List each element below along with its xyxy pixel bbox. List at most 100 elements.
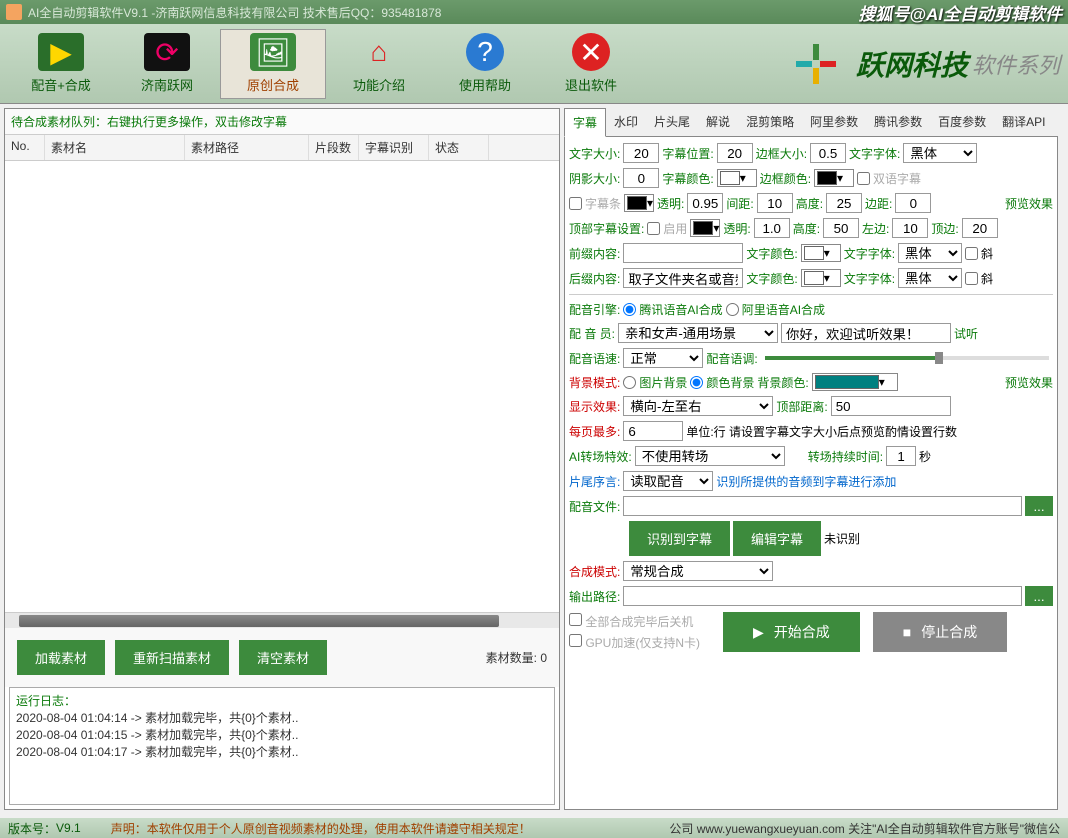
suffix-input[interactable] bbox=[623, 268, 743, 288]
bar-height-input[interactable] bbox=[826, 193, 862, 213]
brand-logo-icon bbox=[776, 34, 856, 94]
col-path[interactable]: 素材路径 bbox=[185, 135, 309, 160]
trans-duration-input[interactable] bbox=[886, 446, 916, 466]
main-toolbar: ▶配音+合成 ⟳济南跃网 🖼原创合成 ⌂功能介绍 ?使用帮助 ✕退出软件 跃网科… bbox=[0, 24, 1068, 104]
brand-sub-text: 软件系列 bbox=[972, 48, 1060, 80]
stop-compose-button[interactable]: ■停止合成 bbox=[873, 612, 1007, 652]
queue-hint: 待合成素材队列：右键执行更多操作，双击修改字幕 bbox=[5, 109, 559, 135]
title-right: 搜狐号@AI全自动剪辑软件 bbox=[858, 0, 1062, 25]
tone-slider[interactable] bbox=[765, 356, 1049, 360]
bar-color-button[interactable]: ▾ bbox=[624, 194, 654, 212]
status-bar: 版本号：V9.1 声明：本软件仅用于个人原创音视频素材的处理，使用本软件请遵守相… bbox=[0, 818, 1068, 838]
tab-narration[interactable]: 解说 bbox=[698, 108, 738, 136]
version-text: V9.1 bbox=[56, 821, 81, 835]
subtitle-color-button[interactable]: ▾ bbox=[717, 169, 757, 187]
log-line: 2020-08-04 01:04:14 -> 素材加载完毕，共{0}个素材.. bbox=[16, 709, 548, 726]
tab-headtail[interactable]: 片头尾 bbox=[646, 108, 698, 136]
voice-select[interactable]: 亲和女声-通用场景 bbox=[618, 323, 778, 343]
voice-sample-input[interactable] bbox=[781, 323, 951, 343]
browse-output-button[interactable]: ... bbox=[1025, 586, 1053, 606]
bilingual-checkbox[interactable] bbox=[857, 172, 870, 185]
tab-watermark[interactable]: 水印 bbox=[606, 108, 646, 136]
horizontal-scrollbar[interactable] bbox=[5, 612, 559, 628]
bar-alpha-input[interactable] bbox=[687, 193, 723, 213]
voice-file-input[interactable] bbox=[623, 496, 1022, 516]
stop-icon: ■ bbox=[903, 624, 911, 640]
tab-translate[interactable]: 翻译API bbox=[994, 108, 1053, 136]
subtitle-pos-input[interactable] bbox=[717, 143, 753, 163]
app-icon bbox=[6, 4, 22, 20]
border-color-button[interactable]: ▾ bbox=[814, 169, 854, 187]
transition-select[interactable]: 不使用转场 bbox=[635, 446, 785, 466]
engine-ali-radio[interactable] bbox=[726, 303, 739, 316]
top-dist-input[interactable] bbox=[831, 396, 951, 416]
output-path-input[interactable] bbox=[623, 586, 1022, 606]
clear-material-button[interactable]: 清空素材 bbox=[239, 640, 327, 675]
gpu-checkbox[interactable] bbox=[569, 634, 582, 647]
tab-ali[interactable]: 阿里参数 bbox=[802, 108, 866, 136]
preview-link[interactable]: 预览效果 bbox=[1005, 195, 1053, 212]
top-enable-checkbox[interactable] bbox=[647, 222, 660, 235]
font-size-input[interactable] bbox=[623, 143, 659, 163]
recognize-button[interactable]: 识别到字幕 bbox=[629, 521, 730, 556]
rescan-material-button[interactable]: 重新扫描素材 bbox=[115, 640, 229, 675]
toolbar-jinan[interactable]: ⟳济南跃网 bbox=[114, 29, 220, 99]
company-url: 公司 www.yuewangxueyuan.com 关注"AI全自动剪辑软件官方… bbox=[669, 820, 1060, 837]
col-seg[interactable]: 片段数 bbox=[309, 135, 359, 160]
engine-tencent-radio[interactable] bbox=[623, 303, 636, 316]
tail-select[interactable]: 读取配音 bbox=[623, 471, 713, 491]
disclaimer-text: 声明：本软件仅用于个人原创音视频素材的处理，使用本软件请遵守相关规定！ bbox=[111, 820, 531, 837]
table-header: No. 素材名 素材路径 片段数 字幕识别 状态 bbox=[5, 135, 559, 161]
speed-select[interactable]: 正常 bbox=[623, 348, 703, 368]
effect-select[interactable]: 横向-左至右 bbox=[623, 396, 773, 416]
shutdown-checkbox[interactable] bbox=[569, 613, 582, 626]
browse-voice-button[interactable]: ... bbox=[1025, 496, 1053, 516]
bg-color-button[interactable]: ▾ bbox=[812, 373, 898, 391]
font-select[interactable]: 黑体 bbox=[903, 143, 977, 163]
toolbar-voice-compose[interactable]: ▶配音+合成 bbox=[8, 29, 114, 99]
toolbar-features[interactable]: ⌂功能介绍 bbox=[326, 29, 432, 99]
toolbar-exit[interactable]: ✕退出软件 bbox=[538, 29, 644, 99]
prefix-input[interactable] bbox=[623, 243, 743, 263]
tab-subtitle[interactable]: 字幕 bbox=[564, 108, 606, 137]
tab-mix[interactable]: 混剪策略 bbox=[738, 108, 802, 136]
prefix-italic-checkbox[interactable] bbox=[965, 247, 978, 260]
border-size-input[interactable] bbox=[810, 143, 846, 163]
tab-tencent[interactable]: 腾讯参数 bbox=[866, 108, 930, 136]
bg-preview-link[interactable]: 预览效果 bbox=[1005, 374, 1053, 391]
col-sub[interactable]: 字幕识别 bbox=[359, 135, 429, 160]
col-stat[interactable]: 状态 bbox=[429, 135, 489, 160]
start-compose-button[interactable]: ▶开始合成 bbox=[723, 612, 860, 652]
tab-baidu[interactable]: 百度参数 bbox=[930, 108, 994, 136]
compose-mode-select[interactable]: 常规合成 bbox=[623, 561, 773, 581]
bg-color-radio[interactable] bbox=[690, 376, 703, 389]
subtitle-bar-checkbox[interactable] bbox=[569, 197, 582, 210]
toolbar-help[interactable]: ?使用帮助 bbox=[432, 29, 538, 99]
title-bar: AI全自动剪辑软件V9.1 -济南跃网信息科技有限公司 技术售后QQ：93548… bbox=[0, 0, 1068, 24]
prefix-font-select[interactable]: 黑体 bbox=[898, 243, 962, 263]
top-color-button[interactable]: ▾ bbox=[690, 219, 720, 237]
top-left-input[interactable] bbox=[892, 218, 928, 238]
edit-subtitle-button[interactable]: 编辑字幕 bbox=[733, 521, 821, 556]
max-lines-input[interactable] bbox=[623, 421, 683, 441]
bar-margin-input[interactable] bbox=[895, 193, 931, 213]
suffix-color-button[interactable]: ▾ bbox=[801, 269, 841, 287]
try-voice-link[interactable]: 试听 bbox=[954, 325, 978, 342]
load-material-button[interactable]: 加载素材 bbox=[17, 640, 105, 675]
play-icon: ▶ bbox=[753, 624, 764, 641]
suffix-italic-checkbox[interactable] bbox=[965, 272, 978, 285]
prefix-color-button[interactable]: ▾ bbox=[801, 244, 841, 262]
top-alpha-input[interactable] bbox=[754, 218, 790, 238]
toolbar-original-compose[interactable]: 🖼原创合成 bbox=[220, 29, 326, 99]
shadow-input[interactable] bbox=[623, 168, 659, 188]
material-table-body[interactable] bbox=[5, 161, 559, 612]
top-top-input[interactable] bbox=[962, 218, 998, 238]
bg-image-radio[interactable] bbox=[623, 376, 636, 389]
col-name[interactable]: 素材名 bbox=[45, 135, 185, 160]
suffix-font-select[interactable]: 黑体 bbox=[898, 268, 962, 288]
bar-gap-input[interactable] bbox=[757, 193, 793, 213]
top-height-input[interactable] bbox=[823, 218, 859, 238]
col-no[interactable]: No. bbox=[5, 135, 45, 160]
left-panel: 待合成素材队列：右键执行更多操作，双击修改字幕 No. 素材名 素材路径 片段数… bbox=[4, 108, 560, 810]
brand-text: 跃网科技 bbox=[856, 44, 968, 84]
